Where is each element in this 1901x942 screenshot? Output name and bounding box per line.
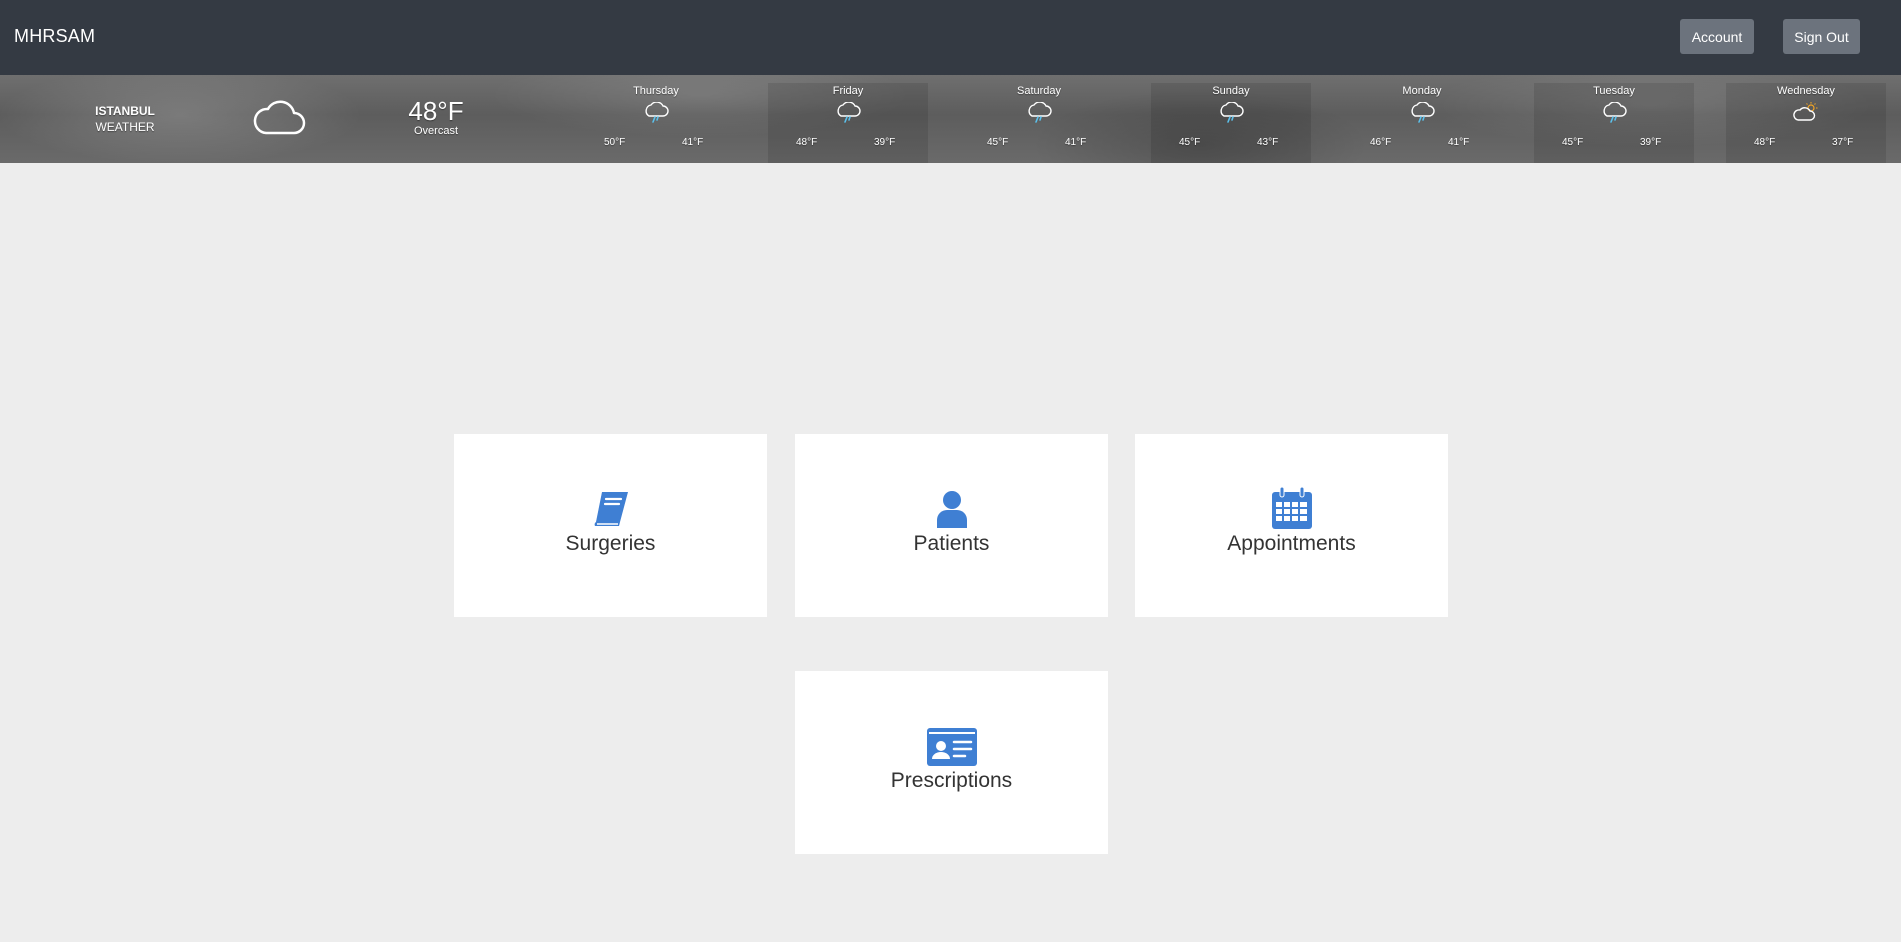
tile-label: Prescriptions — [890, 769, 1013, 792]
forecast-high: 45°F — [1562, 137, 1584, 148]
weather-city: ISTANBUL — [95, 104, 155, 118]
id-card-icon — [926, 728, 977, 771]
tile-label: Surgeries — [565, 532, 656, 555]
surgeries-tile[interactable]: Surgeries — [454, 434, 767, 617]
calendar-icon — [1271, 486, 1313, 535]
forecast-day: Tuesday 45°F 39°F — [1534, 83, 1694, 163]
forecast-day-name: Monday — [1402, 85, 1442, 97]
prescriptions-tile[interactable]: Prescriptions — [795, 671, 1108, 854]
forecast-low: 43°F — [1257, 137, 1279, 148]
forecast-low: 37°F — [1832, 137, 1854, 148]
forecast-high: 48°F — [1754, 137, 1776, 148]
rain-cloud-icon — [959, 101, 1119, 127]
forecast-day: Monday 46°F 41°F — [1342, 83, 1502, 163]
rain-cloud-icon — [1534, 101, 1694, 127]
account-button[interactable]: Account — [1680, 19, 1754, 54]
sign-out-button[interactable]: Sign Out — [1783, 19, 1860, 54]
forecast-day-name: Thursday — [633, 85, 679, 97]
rain-cloud-icon — [768, 101, 928, 127]
forecast-low: 39°F — [874, 137, 896, 148]
weather-subtitle: WEATHER — [95, 120, 155, 134]
current-condition: Overcast — [413, 125, 458, 137]
forecast-day: Friday 48°F 39°F — [768, 83, 928, 163]
current-temperature: 48°F — [408, 96, 464, 126]
forecast-low: 39°F — [1640, 137, 1662, 148]
forecast-day: Saturday 45°F 41°F — [959, 83, 1119, 163]
weather-location: ISTANBUL WEATHER — [60, 103, 190, 135]
forecast-day-name: Wednesday — [1777, 85, 1835, 97]
rain-cloud-icon — [1342, 101, 1502, 127]
rain-cloud-icon — [576, 101, 736, 127]
rain-cloud-icon — [1151, 101, 1311, 127]
brand-logo[interactable]: MHRSAM — [14, 26, 95, 47]
user-icon — [935, 490, 969, 533]
forecast-day-name: Sunday — [1212, 85, 1250, 97]
forecast-day-name: Friday — [832, 85, 864, 97]
forecast-high: 45°F — [1179, 137, 1201, 148]
top-navbar: MHRSAM Account Sign Out — [0, 0, 1901, 75]
forecast-day: Thursday 50°F 41°F — [576, 83, 736, 163]
tile-label: Appointments — [1227, 532, 1356, 555]
appointments-tile[interactable]: Appointments — [1135, 434, 1448, 617]
forecast-low: 41°F — [1065, 137, 1087, 148]
forecast-high: 45°F — [987, 137, 1009, 148]
forecast-day-name: Tuesday — [1593, 85, 1635, 97]
forecast-high: 50°F — [604, 137, 626, 148]
cloud-icon — [252, 97, 306, 142]
forecast-high: 46°F — [1370, 137, 1392, 148]
partly-sunny-cloud-icon — [1726, 102, 1886, 127]
forecast-day-name: Saturday — [1016, 85, 1062, 97]
current-weather: 48°F Overcast — [395, 97, 477, 137]
forecast-day: Sunday 45°F 43°F — [1151, 83, 1311, 163]
patients-tile[interactable]: Patients — [795, 434, 1108, 617]
book-icon — [590, 490, 632, 533]
forecast-low: 41°F — [682, 137, 704, 148]
weather-widget: ISTANBUL WEATHER 48°F Overcast Thursday … — [0, 75, 1901, 163]
forecast-low: 41°F — [1448, 137, 1470, 148]
tile-label: Patients — [913, 532, 990, 555]
forecast-high: 48°F — [796, 137, 818, 148]
forecast-day: Wednesday 48°F 37°F — [1726, 83, 1886, 163]
